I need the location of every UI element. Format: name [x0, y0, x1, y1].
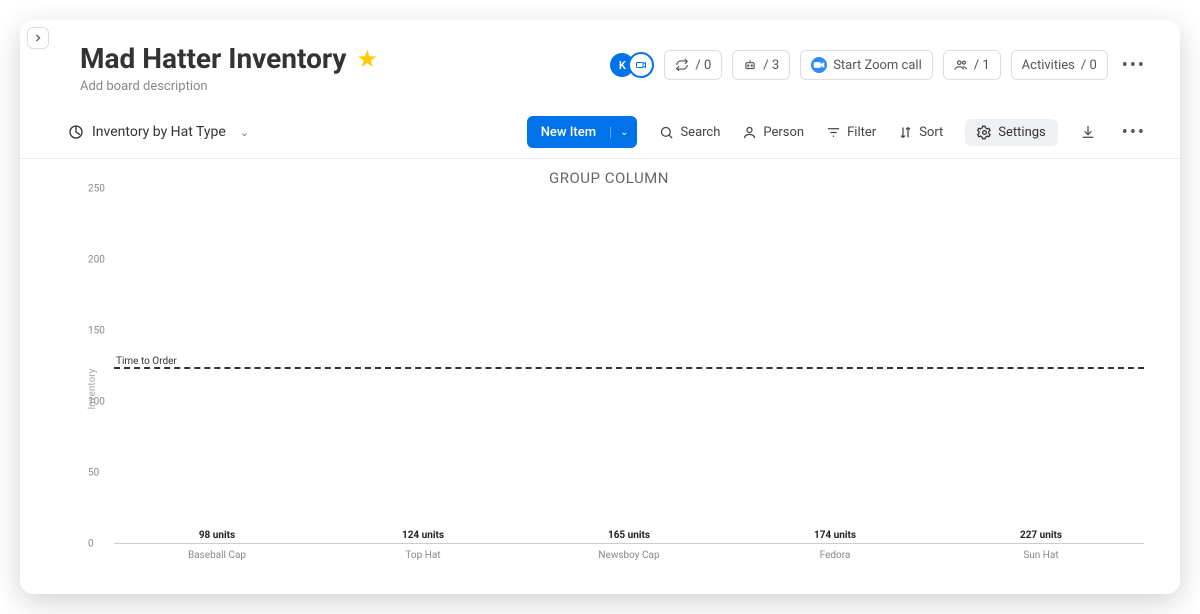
- x-axis: Baseball Cap Top Hat Newsboy Cap Fedora …: [114, 550, 1144, 561]
- chart-title: GROUP COLUMN: [68, 165, 1150, 189]
- activities-label: Activities: [1022, 58, 1075, 73]
- ytick: 150: [88, 326, 105, 337]
- search-button[interactable]: Search: [659, 125, 720, 140]
- people-icon: [954, 58, 968, 72]
- automations-pill[interactable]: / 0: [664, 50, 722, 80]
- automations-count: / 0: [695, 58, 711, 73]
- download-icon[interactable]: [1080, 124, 1096, 140]
- ytick: 50: [88, 468, 99, 479]
- x-tick: Newsboy Cap: [536, 550, 721, 561]
- zoom-icon: [811, 57, 827, 73]
- people-pill[interactable]: / 1: [943, 50, 1001, 80]
- view-selector[interactable]: Inventory by Hat Type ⌄: [68, 124, 249, 140]
- bar-baseball-cap[interactable]: 98 units: [124, 530, 309, 544]
- ytick: 100: [88, 397, 105, 408]
- bar-value-label: 124 units: [402, 530, 444, 541]
- activities-count: / 0: [1081, 58, 1097, 73]
- bar-fedora[interactable]: 174 units: [742, 530, 927, 544]
- star-icon[interactable]: ★: [356, 47, 378, 71]
- integrations-pill[interactable]: / 3: [732, 50, 790, 80]
- toolbar-more-button[interactable]: •••: [1118, 122, 1150, 143]
- view-name: Inventory by Hat Type: [92, 124, 226, 140]
- camera-avatar-icon: [628, 52, 654, 78]
- sort-icon: [898, 125, 913, 140]
- new-item-label: New Item: [527, 125, 610, 140]
- sort-button[interactable]: Sort: [898, 125, 943, 140]
- bar-sun-hat[interactable]: 227 units: [948, 530, 1133, 544]
- bar-top-hat[interactable]: 124 units: [330, 530, 515, 544]
- expand-panel-button[interactable]: [27, 27, 49, 49]
- filter-button[interactable]: Filter: [826, 125, 876, 140]
- bar-value-label: 98 units: [199, 530, 235, 541]
- x-tick: Fedora: [742, 550, 927, 561]
- bar-newsboy-cap[interactable]: 165 units: [536, 530, 721, 544]
- chart-plot: Inventory 0 50 100 150 200 250 Time to O…: [90, 189, 1150, 589]
- board-title: Mad Hatter Inventory: [80, 42, 346, 75]
- person-icon: [742, 125, 757, 140]
- header-actions: K / 0 / 3 Start Zoom call / 1 Activities…: [610, 50, 1150, 80]
- bar-value-label: 174 units: [814, 530, 856, 541]
- people-count: / 1: [974, 58, 990, 73]
- ytick: 250: [88, 184, 105, 195]
- chevron-down-icon: ⌄: [240, 126, 249, 139]
- chart-icon: [68, 124, 84, 140]
- new-item-dropdown[interactable]: ⌄: [610, 127, 637, 138]
- x-tick: Sun Hat: [948, 550, 1133, 561]
- x-tick: Top Hat: [330, 550, 515, 561]
- gear-icon: [977, 125, 992, 140]
- robot-icon: [743, 58, 757, 72]
- new-item-button[interactable]: New Item ⌄: [527, 116, 638, 148]
- ytick: 200: [88, 255, 105, 266]
- loop-icon: [675, 58, 689, 72]
- axis-area: 0 50 100 150 200 250 Time to Order 98 un…: [114, 189, 1144, 544]
- board-page: Mad Hatter Inventory ★ K / 0 / 3 Start Z…: [20, 20, 1180, 594]
- filter-icon: [826, 125, 841, 140]
- chart-container: GROUP COLUMN Inventory 0 50 100 150 200 …: [20, 159, 1180, 589]
- person-button[interactable]: Person: [742, 125, 804, 140]
- integrations-count: / 3: [763, 58, 779, 73]
- zoom-label: Start Zoom call: [833, 58, 922, 73]
- toolbar-actions: New Item ⌄ Search Person Filter Sort: [527, 116, 1150, 148]
- search-icon: [659, 125, 674, 140]
- bar-value-label: 227 units: [1020, 530, 1062, 541]
- board-members[interactable]: K: [610, 52, 654, 78]
- bar-value-label: 165 units: [608, 530, 650, 541]
- settings-button[interactable]: Settings: [965, 119, 1057, 146]
- activities-pill[interactable]: Activities / 0: [1011, 50, 1108, 80]
- bars-group: 98 units 124 units 165 units 174 units: [114, 189, 1144, 544]
- view-toolbar: Inventory by Hat Type ⌄ New Item ⌄ Searc…: [20, 94, 1180, 159]
- ytick: 0: [88, 539, 94, 550]
- header-more-button[interactable]: •••: [1118, 55, 1150, 76]
- x-tick: Baseball Cap: [124, 550, 309, 561]
- zoom-call-button[interactable]: Start Zoom call: [800, 50, 933, 80]
